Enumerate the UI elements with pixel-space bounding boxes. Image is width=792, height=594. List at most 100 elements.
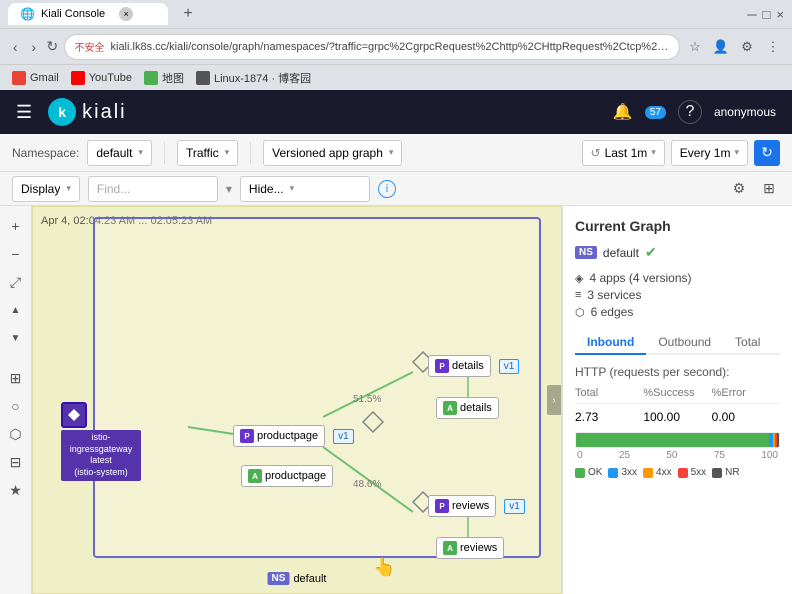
gmail-label: Gmail xyxy=(30,72,59,84)
profile-icon[interactable]: 👤 xyxy=(710,36,732,58)
youtube-icon xyxy=(71,71,85,85)
panel-title: Current Graph xyxy=(575,218,780,234)
panel-ns-name: default xyxy=(603,246,639,260)
hide-dropdown[interactable]: Hide... ▾ xyxy=(240,176,370,202)
details-workload-node[interactable]: P details v1 xyxy=(428,355,519,377)
layers-icon[interactable]: ⊞ xyxy=(758,178,780,200)
namespace-dropdown[interactable]: default ▾ xyxy=(87,140,152,166)
pan-up-icon[interactable]: ▲ xyxy=(4,298,28,322)
details-badge: P xyxy=(435,359,449,373)
edge-icon[interactable]: ⬡ xyxy=(4,422,28,446)
edges-text: 6 edges xyxy=(591,305,634,319)
hamburger-menu-icon[interactable]: ☰ xyxy=(16,102,32,123)
apps-icon: ◈ xyxy=(575,272,583,285)
4xx-dot xyxy=(643,468,653,478)
apps-stat: ◈ 4 apps (4 versions) xyxy=(575,271,780,285)
reviews-app-label: reviews xyxy=(460,542,497,554)
bookmark-gmail[interactable]: Gmail xyxy=(12,71,59,85)
panel-stats: ◈ 4 apps (4 versions) ≡ 3 services ⬡ 6 e… xyxy=(575,271,780,319)
every-time-dropdown[interactable]: Every 1m ▾ xyxy=(671,140,748,166)
graph-type-dropdown[interactable]: Versioned app graph ▾ xyxy=(263,140,402,166)
refresh-button[interactable]: ↻ xyxy=(754,140,780,166)
chart-bar xyxy=(575,432,780,448)
panel-tabs: Inbound Outbound Total xyxy=(575,331,780,355)
ingressgateway-node[interactable]: istio-ingressgatewaylatest(istio-system) xyxy=(61,402,141,481)
star-icon[interactable]: ★ xyxy=(4,478,28,502)
productpage-app-node[interactable]: A productpage xyxy=(241,465,333,487)
5xx-label: 5xx xyxy=(691,467,707,478)
reload-button[interactable]: ↻ xyxy=(45,33,60,61)
node-icon[interactable]: ○ xyxy=(4,394,28,418)
tab-close-button[interactable]: × xyxy=(119,7,133,21)
namespace-label-badge: NS default xyxy=(268,572,327,585)
health-check-icon: ✔ xyxy=(645,244,657,261)
x-label-75: 75 xyxy=(714,450,725,461)
notification-bell-icon[interactable]: 🔔 xyxy=(613,102,633,122)
find-input[interactable]: Find... xyxy=(88,176,218,202)
pan-down-icon[interactable]: ▼ xyxy=(4,326,28,350)
menu-icon[interactable]: ⋮ xyxy=(762,36,784,58)
settings-icon[interactable]: ⚙ xyxy=(728,178,750,200)
bookmark-linux[interactable]: Linux-1874 · 博客园 xyxy=(196,70,311,86)
kiali-logo-text: kiali xyxy=(82,101,126,124)
forward-button[interactable]: › xyxy=(27,33,42,61)
reviews-app-node[interactable]: A reviews xyxy=(436,537,504,559)
namespace-dropdown-arrow: ▾ xyxy=(138,147,143,158)
display-dropdown[interactable]: Display ▾ xyxy=(12,176,80,202)
last-time-dropdown[interactable]: ↺ Last 1m ▾ xyxy=(582,140,665,166)
back-button[interactable]: ‹ xyxy=(8,33,23,61)
new-tab-button[interactable]: + xyxy=(176,2,200,26)
fit-screen-icon[interactable]: ⤢ xyxy=(4,270,28,294)
apps-text: 4 apps (4 versions) xyxy=(589,271,691,285)
kiali-logo: k kiali xyxy=(48,98,126,126)
nr-segment xyxy=(777,433,779,447)
edges-icon: ⬡ xyxy=(575,306,585,319)
info-icon[interactable]: i xyxy=(378,180,396,198)
address-bar[interactable]: 不安全 kiali.lk8s.cc/kiali/console/graph/na… xyxy=(64,34,681,60)
help-icon[interactable]: ? xyxy=(678,100,702,124)
details-app-node[interactable]: A details xyxy=(436,397,499,419)
productpage-app-badge: A xyxy=(248,469,262,483)
reviews-workload-node[interactable]: P reviews v1 xyxy=(428,495,525,517)
legend-ok: OK xyxy=(575,467,602,478)
5xx-dot xyxy=(678,468,688,478)
gmail-icon xyxy=(12,71,26,85)
productpage-workload-node[interactable]: P productpage v1 xyxy=(233,425,354,447)
delete-icon[interactable]: ⊟ xyxy=(4,450,28,474)
bookmark-youtube[interactable]: YouTube xyxy=(71,71,132,85)
gateway-icon xyxy=(66,407,82,423)
tab-total[interactable]: Total xyxy=(723,331,772,355)
maps-icon xyxy=(144,71,158,85)
tab-outbound[interactable]: Outbound xyxy=(646,331,723,355)
ingressgateway-label: istio-ingressgatewaylatest(istio-system) xyxy=(61,430,141,481)
panel-namespace-row: NS default ✔ xyxy=(575,244,780,261)
find-arrow-icon: ▾ xyxy=(226,182,232,196)
legend-nr: NR xyxy=(712,467,739,478)
browser-tab[interactable]: 🌐 Kiali Console × xyxy=(8,3,168,25)
cursor-pointer: 👆 xyxy=(373,557,395,578)
tab-inbound[interactable]: Inbound xyxy=(575,331,646,355)
bookmark-star-icon[interactable]: ☆ xyxy=(684,36,706,58)
reviews-version: v1 xyxy=(504,499,525,514)
toolbar-separator xyxy=(164,142,165,164)
reviews-label: reviews xyxy=(452,500,489,512)
address-text: kiali.lk8s.cc/kiali/console/graph/namesp… xyxy=(111,41,670,53)
panel-collapse-button[interactable]: › xyxy=(547,385,561,415)
select-icon[interactable]: ⊞ xyxy=(4,366,28,390)
every-time-dropdown-arrow: ▾ xyxy=(734,147,739,158)
extensions-icon[interactable]: ⚙ xyxy=(736,36,758,58)
youtube-label: YouTube xyxy=(89,72,132,84)
ns-name: default xyxy=(293,573,326,585)
bookmark-maps[interactable]: 地图 xyxy=(144,70,184,86)
zoom-in-icon[interactable]: + xyxy=(4,214,28,238)
productpage-app-label: productpage xyxy=(265,470,326,482)
productpage-label: productpage xyxy=(257,430,318,442)
edges-stat: ⬡ 6 edges xyxy=(575,305,780,319)
time-refresh-icon: ↺ xyxy=(591,146,601,160)
chart-x-labels: 0 25 50 75 100 xyxy=(575,450,780,461)
x-label-100: 100 xyxy=(761,450,778,461)
cell-total: 2.73 xyxy=(575,410,643,424)
reviews-badge: P xyxy=(435,499,449,513)
traffic-dropdown[interactable]: Traffic ▾ xyxy=(177,140,238,166)
zoom-out-icon[interactable]: − xyxy=(4,242,28,266)
